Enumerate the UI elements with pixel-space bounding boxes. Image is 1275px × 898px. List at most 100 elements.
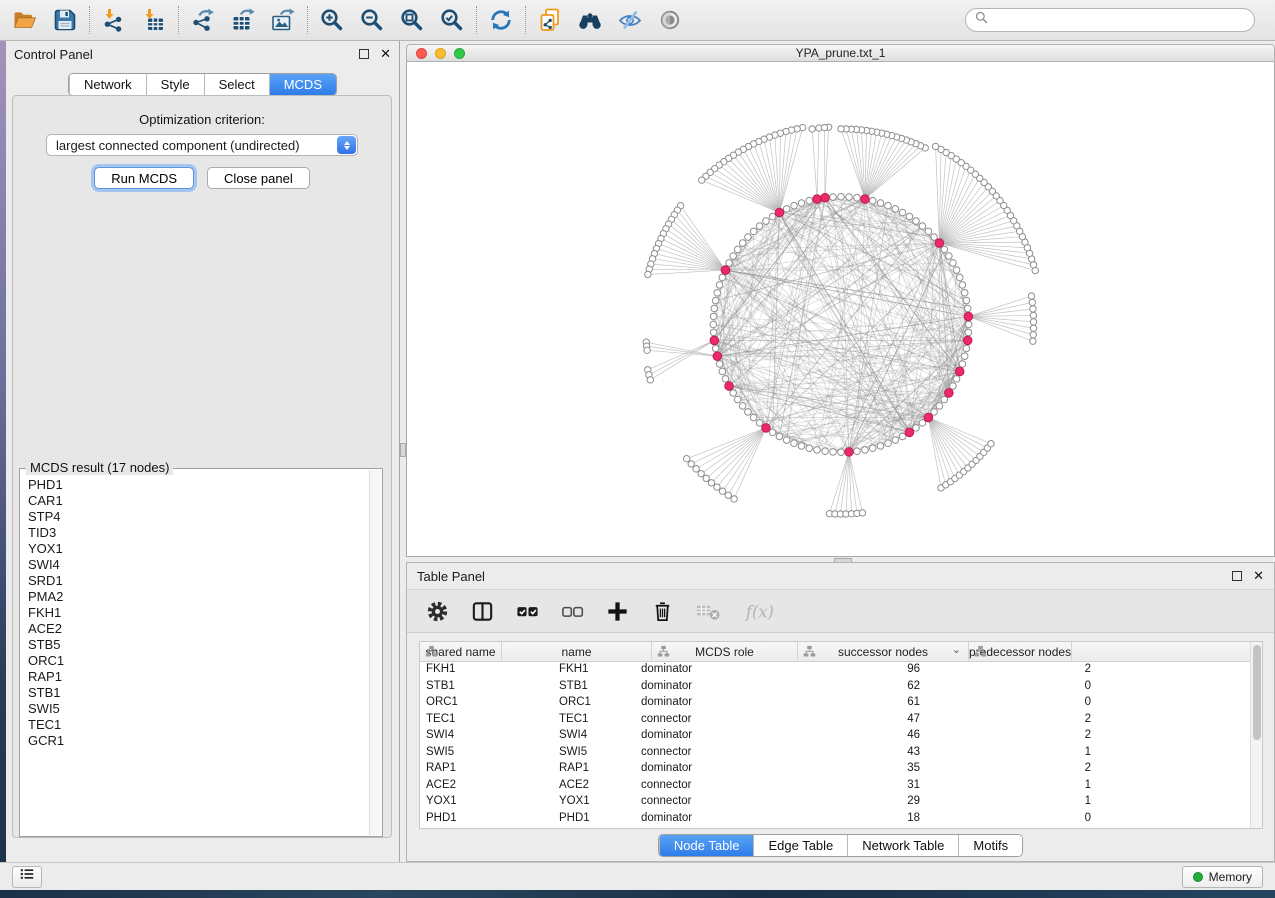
mcds-panel: Optimization criterion: largest connecte… [12, 95, 392, 838]
zoom-fit-button[interactable] [397, 5, 427, 35]
tab-motifs[interactable]: Motifs [958, 835, 1022, 856]
delete-selected-rows-button[interactable] [650, 596, 675, 626]
mcds-result-list: PHD1CAR1STP4TID3YOX1SWI4SRD1PMA2FKH1ACE2… [21, 477, 369, 835]
table-row[interactable]: SWI4 SWI4 dominator 46 2 [420, 728, 1262, 745]
refresh-view-button[interactable] [486, 5, 516, 35]
toolbar-separator [525, 6, 526, 34]
tab-network[interactable]: Network [69, 74, 146, 95]
open-folder-button[interactable] [10, 5, 40, 35]
delete-table-button[interactable] [695, 596, 724, 626]
zoom-in-button[interactable] [317, 5, 347, 35]
table-row[interactable]: RAP1 RAP1 dominator 35 2 [420, 761, 1262, 778]
mcds-result-item[interactable]: SWI4 [28, 557, 369, 573]
network-canvas[interactable] [406, 62, 1275, 557]
tab-style[interactable]: Style [146, 74, 204, 95]
column-header[interactable]: name [502, 642, 652, 661]
table-row[interactable]: YOX1 YOX1 connector 29 1 [420, 794, 1262, 811]
table-scrollbar[interactable] [1250, 642, 1262, 828]
mcds-result-item[interactable]: GCR1 [28, 733, 369, 749]
mcds-result-item[interactable]: PMA2 [28, 589, 369, 605]
column-header[interactable]: shared name [420, 642, 502, 661]
mcds-result-box: MCDS result (17 nodes) PHD1CAR1STP4TID3Y… [19, 468, 383, 837]
mcds-result-item[interactable]: PHD1 [28, 477, 369, 493]
export-network-button[interactable] [188, 5, 218, 35]
import-network-button[interactable] [99, 5, 129, 35]
column-header[interactable]: successor nodes ⌄ [798, 642, 969, 661]
table-row[interactable]: ORC1 ORC1 dominator 61 0 [420, 695, 1262, 712]
mcds-result-item[interactable]: STB5 [28, 637, 369, 653]
tab-network-table[interactable]: Network Table [847, 835, 958, 856]
table-row[interactable]: PHD1 PHD1 dominator 18 0 [420, 811, 1262, 828]
zoom-out-button[interactable] [357, 5, 387, 35]
table-row[interactable]: STB1 STB1 dominator 62 0 [420, 679, 1262, 696]
float-panel-icon[interactable] [359, 49, 369, 59]
table-row[interactable]: TEC1 TEC1 connector 47 2 [420, 712, 1262, 729]
toolbar-separator [89, 6, 90, 34]
network-window-titlebar[interactable]: YPA_prune.txt_1 [406, 44, 1275, 62]
mcds-result-item[interactable]: SRD1 [28, 573, 369, 589]
control-panel: Control Panel ✕ NetworkStyleSelectMCDS O… [6, 41, 400, 862]
tab-mcds[interactable]: MCDS [269, 74, 336, 95]
mcds-list-scrollbar[interactable] [369, 470, 381, 835]
table-row[interactable]: FKH1 FKH1 dominator 96 2 [420, 662, 1262, 679]
hide-selected-button[interactable] [615, 5, 645, 35]
table-panel-tabs: Node TableEdge TableNetwork TableMotifs [658, 834, 1023, 857]
table-panel-title: Table Panel [417, 569, 485, 584]
tab-node-table[interactable]: Node Table [659, 835, 754, 856]
mcds-result-item[interactable]: TID3 [28, 525, 369, 541]
toolbar-separator [307, 6, 308, 34]
mcds-result-item[interactable]: YOX1 [28, 541, 369, 557]
save-session-button[interactable] [50, 5, 80, 35]
export-table-button[interactable] [228, 5, 258, 35]
close-panel-icon[interactable]: ✕ [380, 49, 391, 59]
select-stepper-icon [337, 136, 356, 154]
close-panel-button[interactable]: Close panel [207, 167, 310, 189]
search-input[interactable] [989, 10, 1246, 30]
run-mcds-button[interactable]: Run MCDS [94, 167, 194, 189]
selected-option: largest connected component (undirected) [47, 138, 337, 153]
select-all-rows-button[interactable] [515, 596, 540, 626]
memory-label: Memory [1209, 870, 1252, 884]
node-table: shared name name MCDS role [419, 641, 1263, 829]
network-graph [407, 62, 1274, 556]
deselect-all-rows-button[interactable] [560, 596, 585, 626]
table-row[interactable]: ACE2 ACE2 connector 31 1 [420, 778, 1262, 795]
show-all-button[interactable] [655, 5, 685, 35]
status-bar: Memory [0, 862, 1275, 890]
optimization-criterion-select[interactable]: largest connected component (undirected) [46, 134, 358, 156]
function-builder-button[interactable]: f(x) [744, 596, 779, 626]
sort-indicator-icon[interactable]: ⌄ [952, 643, 961, 656]
memory-button[interactable]: Memory [1182, 866, 1263, 888]
task-history-button[interactable] [12, 866, 42, 888]
mcds-result-item[interactable]: ACE2 [28, 621, 369, 637]
mcds-result-item[interactable]: TEC1 [28, 717, 369, 733]
mcds-result-item[interactable]: SWI5 [28, 701, 369, 717]
import-table-button[interactable] [139, 5, 169, 35]
toolbar-separator [476, 6, 477, 34]
mcds-result-item[interactable]: STP4 [28, 509, 369, 525]
add-column-button[interactable] [605, 596, 630, 626]
first-neighbors-button[interactable] [575, 5, 605, 35]
close-panel-icon[interactable]: ✕ [1253, 571, 1264, 581]
table-row[interactable]: SWI5 SWI5 connector 43 1 [420, 745, 1262, 762]
export-image-button[interactable] [268, 5, 298, 35]
zoom-selected-button[interactable] [437, 5, 467, 35]
mcds-result-item[interactable]: CAR1 [28, 493, 369, 509]
network-search-box[interactable] [965, 8, 1255, 32]
table-toolbar: f(x) [407, 589, 1274, 633]
table-options-gear-button[interactable] [425, 596, 450, 626]
mcds-result-item[interactable]: ORC1 [28, 653, 369, 669]
memory-status-icon [1193, 872, 1203, 882]
mcds-result-item[interactable]: STB1 [28, 685, 369, 701]
mcds-result-item[interactable]: FKH1 [28, 605, 369, 621]
tab-edge-table[interactable]: Edge Table [753, 835, 847, 856]
svg-text:f(x): f(x) [745, 602, 774, 621]
column-header[interactable]: MCDS role [652, 642, 798, 661]
float-panel-icon[interactable] [1232, 571, 1242, 581]
table-scrollbar-thumb[interactable] [1253, 645, 1261, 740]
column-header[interactable]: predecessor nodes [969, 642, 1072, 661]
tab-select[interactable]: Select [204, 74, 269, 95]
clone-network-button[interactable] [535, 5, 565, 35]
mcds-result-item[interactable]: RAP1 [28, 669, 369, 685]
split-table-view-button[interactable] [470, 596, 495, 626]
